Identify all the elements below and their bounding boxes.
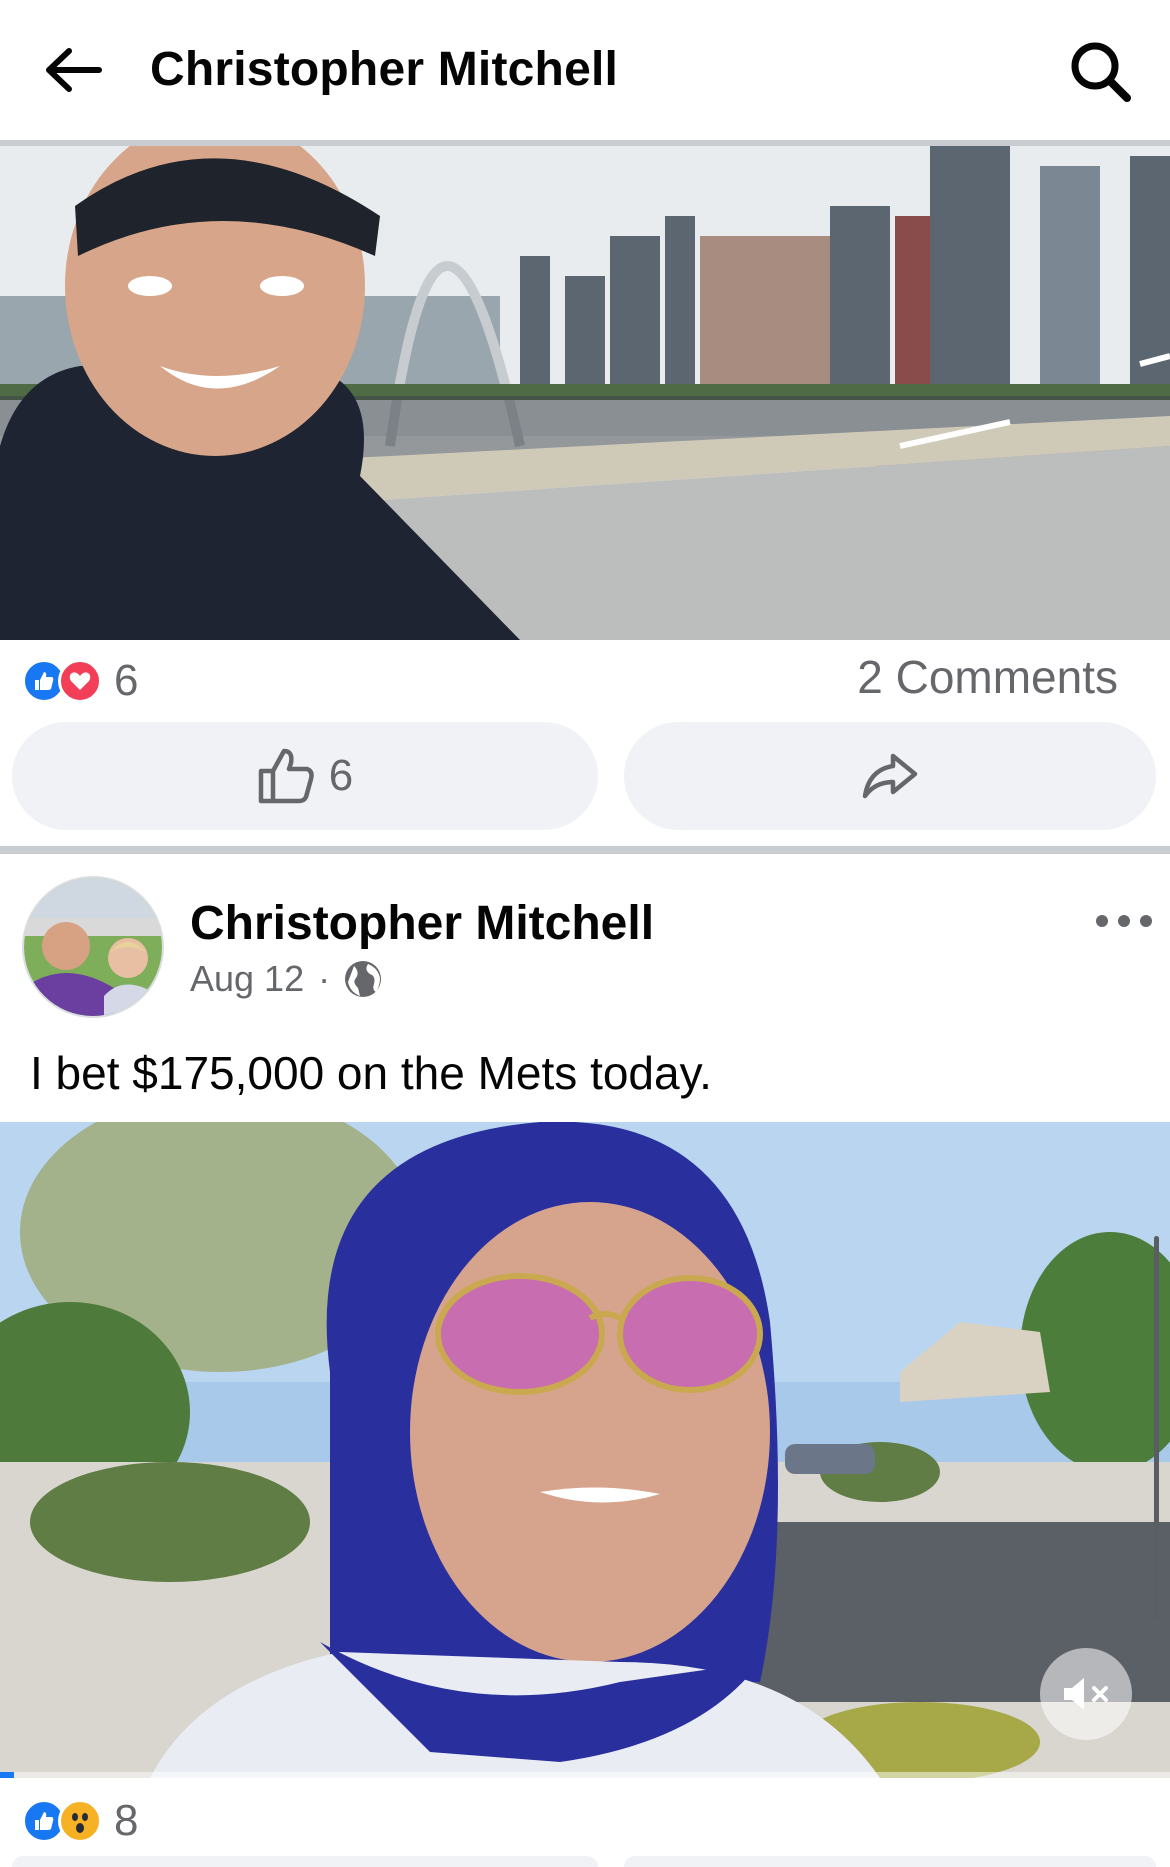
post2-video[interactable] [0,1122,1170,1778]
post-author-name[interactable]: Christopher Mitchell [190,896,654,951]
page-title: Christopher Mitchell [150,43,619,96]
video-progress-fill [0,1772,15,1778]
video-progress-bar[interactable] [0,1772,1170,1778]
next-action-bar-edge [0,1856,1170,1867]
thumbs-up-icon [258,748,314,804]
post1-reactions-summary[interactable]: 6 [22,656,138,706]
photo-image [0,146,1170,640]
like-count: 6 [328,751,354,800]
post2-reactions-summary[interactable]: 8 [22,1796,138,1846]
back-button[interactable] [40,40,106,100]
top-bar: Christopher Mitchell [0,0,1170,140]
globe-icon [345,961,382,997]
post-text: I bet $175,000 on the Mets today. [30,1047,712,1099]
search-button[interactable] [1064,36,1136,106]
more-horizontal-icon [1096,915,1108,927]
post-meta: Aug 12 · [190,958,382,1000]
post-date[interactable]: Aug 12 [190,958,304,1000]
video-frame [0,1122,1170,1778]
reaction-count: 8 [114,1796,139,1845]
share-arrow-icon [862,753,918,799]
share-button[interactable] [624,722,1156,830]
post1-photo[interactable] [0,146,1170,640]
meta-separator: · [318,958,331,999]
love-reaction-icon [58,659,102,703]
mute-toggle-button[interactable] [1040,1648,1132,1740]
speaker-muted-icon [1064,1678,1108,1710]
arrow-left-icon [46,48,102,92]
avatar[interactable] [22,876,164,1018]
comments-count-link[interactable]: 2 Comments [857,650,1118,704]
wow-reaction-icon [58,1799,102,1843]
more-options-button[interactable] [1096,908,1152,934]
reaction-count: 6 [114,656,139,705]
post-divider [0,846,1170,854]
like-button[interactable]: 6 [12,722,598,830]
search-icon [1071,42,1131,102]
video-scrollbar[interactable] [1154,1236,1159,1618]
